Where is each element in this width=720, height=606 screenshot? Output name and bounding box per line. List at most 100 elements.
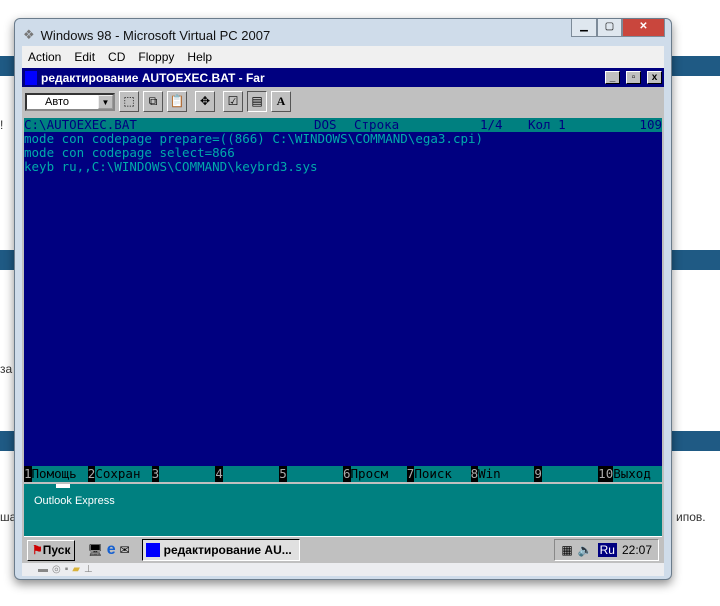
ie-icon[interactable]: e: [107, 541, 116, 559]
fkey-label: Выход: [613, 466, 662, 482]
bg-text: !: [0, 118, 4, 132]
close-button[interactable]: ✕: [622, 19, 665, 37]
fkey-num: 4: [215, 466, 223, 482]
menu-floppy[interactable]: Floppy: [138, 50, 174, 64]
status-col: Кол 1: [528, 118, 566, 132]
fkey-7[interactable]: 7 Поиск: [406, 466, 471, 482]
vpc-app-icon: ❖: [23, 27, 35, 42]
font-size-value: Авто: [45, 95, 69, 108]
menu-edit[interactable]: Edit: [74, 50, 95, 64]
status-line: 1/4: [480, 118, 503, 132]
start-label: Пуск: [42, 542, 71, 557]
fkey-4[interactable]: 4: [215, 466, 280, 482]
fkey-label: [159, 466, 216, 482]
fkey-label: [286, 466, 343, 482]
network-icon[interactable]: ⊥: [84, 564, 93, 575]
status-encoding: DOS: [314, 118, 337, 132]
far-titlebar: редактирование AUTOEXEC.BAT - Far _ ▫ x: [22, 68, 664, 87]
far-title: редактирование AUTOEXEC.BAT - Far: [41, 70, 265, 85]
fkey-label: Просм: [350, 466, 407, 482]
menu-bar: Action Edit CD Floppy Help: [22, 46, 664, 68]
chevron-down-icon[interactable]: ▼: [98, 94, 113, 109]
msdos-icon: [25, 70, 37, 85]
scheduler-icon[interactable]: ▦: [561, 543, 572, 557]
desktop-icon-label: Outlook Express: [34, 495, 115, 507]
fkey-label: Помощь: [31, 466, 88, 482]
fkey-label: Win: [478, 466, 535, 482]
floppy-icon[interactable]: ▪: [65, 564, 69, 575]
status-file: C:\AUTOEXEC.BAT: [24, 118, 137, 132]
fkey-num: 8: [470, 466, 479, 482]
volume-icon[interactable]: 🔈: [578, 543, 593, 557]
fkey-10[interactable]: 10 Выход: [598, 466, 662, 482]
minimize-button[interactable]: ▁: [571, 19, 597, 37]
mark-icon[interactable]: ⬚: [119, 91, 139, 112]
outlook-icon[interactable]: ✉: [120, 543, 130, 557]
show-desktop-icon[interactable]: 🖥: [87, 543, 102, 557]
fkey-num: 5: [279, 466, 287, 482]
fkey-label: [541, 466, 599, 482]
fkey-num: 7: [406, 466, 415, 482]
fkey-num: 2: [87, 466, 96, 482]
editor-status-line: C:\AUTOEXEC.BAT DOS Строка 1/4 Кол 1 109: [24, 118, 662, 132]
menu-cd[interactable]: CD: [108, 50, 125, 64]
fkey-5[interactable]: 5: [279, 466, 343, 482]
fullscreen-icon[interactable]: ✥: [195, 91, 215, 112]
clock: 22:07: [621, 543, 652, 557]
bg-text: ипов.: [676, 510, 706, 524]
msdos-icon: [145, 543, 160, 557]
far-restore-button[interactable]: ▫: [626, 71, 641, 84]
menu-help[interactable]: Help: [187, 50, 212, 64]
editor-line: mode con codepage prepare=((866) C:\WIND…: [24, 131, 484, 146]
vpc-titlebar: ❖ Windows 98 - Microsoft Virtual PC 2007: [23, 25, 270, 45]
window-title: Windows 98 - Microsoft Virtual PC 2007: [40, 27, 271, 43]
far-editor[interactable]: C:\AUTOEXEC.BAT DOS Строка 1/4 Кол 1 109 mode…: [24, 118, 662, 482]
maximize-button[interactable]: ▢: [597, 19, 622, 37]
fkey-num: 9: [534, 466, 542, 482]
mail-icon: [56, 484, 70, 488]
cd-icon[interactable]: ◎: [52, 564, 61, 575]
task-label: редактирование AU...: [163, 543, 292, 557]
fkey-label: Сохран: [95, 466, 152, 482]
fkey-num: 3: [151, 466, 160, 482]
language-indicator[interactable]: Ru: [597, 543, 617, 557]
status-code: 109: [639, 118, 662, 132]
fkey-num: 10: [598, 466, 614, 482]
bg-text: за: [0, 362, 13, 376]
fkey-8[interactable]: 8 Win: [470, 466, 535, 482]
background-icon[interactable]: ▤: [247, 91, 267, 112]
outlook-express-icon[interactable]: Outlook Express: [34, 484, 115, 507]
copy-icon[interactable]: ⧉: [143, 91, 163, 112]
win98-desktop: Outlook Express: [24, 484, 662, 536]
editor-line: keyb ru,,C:\WINDOWS\COMMAND\keybrd3.sys: [24, 159, 318, 174]
far-close-button[interactable]: x: [647, 71, 662, 84]
editor-line: mode con codepage select=866: [24, 145, 235, 160]
fkey-num: 1: [24, 466, 32, 482]
status-line-label: Строка: [354, 118, 400, 132]
start-button[interactable]: ⚑Пуск: [27, 539, 76, 561]
fkey-1[interactable]: 1 Помощь: [24, 466, 88, 482]
vpc-status-bar: ▬ ◎ ▪ ▰ ⊥: [22, 563, 664, 576]
font-size-combo[interactable]: Авто ▼: [25, 92, 115, 111]
fkey-2[interactable]: 2 Сохран: [87, 466, 152, 482]
paste-icon[interactable]: 📋: [167, 91, 187, 112]
system-tray: ▦ 🔈 Ru 22:07: [554, 539, 659, 561]
font-icon[interactable]: A: [271, 91, 291, 112]
dos-toolbar: Авто ▼ ⬚ ⧉ 📋 ✥ ☑ ▤ A: [22, 87, 664, 116]
menu-action[interactable]: Action: [28, 50, 61, 64]
fkey-9[interactable]: 9: [534, 466, 599, 482]
function-key-bar: 1 Помощь 2 Сохран 3 4 5 6 Просм 7 Поиск 8 Win…: [24, 466, 662, 482]
taskbar-task-far[interactable]: редактирование AU...: [141, 539, 300, 561]
fkey-label: Поиск: [414, 466, 471, 482]
fkey-3[interactable]: 3: [151, 466, 216, 482]
properties-icon[interactable]: ☑: [223, 91, 243, 112]
hard-disk-icon[interactable]: ▬: [38, 564, 48, 575]
far-minimize-button[interactable]: _: [605, 71, 620, 84]
windows-logo-icon: ⚑: [32, 542, 43, 557]
vpc-window: ❖ Windows 98 - Microsoft Virtual PC 2007…: [14, 18, 672, 580]
shared-folder-icon[interactable]: ▰: [72, 564, 80, 575]
fkey-num: 6: [342, 466, 351, 482]
fkey-6[interactable]: 6 Просм: [342, 466, 407, 482]
fkey-label: [222, 466, 280, 482]
win98-taskbar: ⚑Пуск 🖥 e ✉ редактирование AU... ▦ 🔈 Ru …: [24, 536, 662, 563]
